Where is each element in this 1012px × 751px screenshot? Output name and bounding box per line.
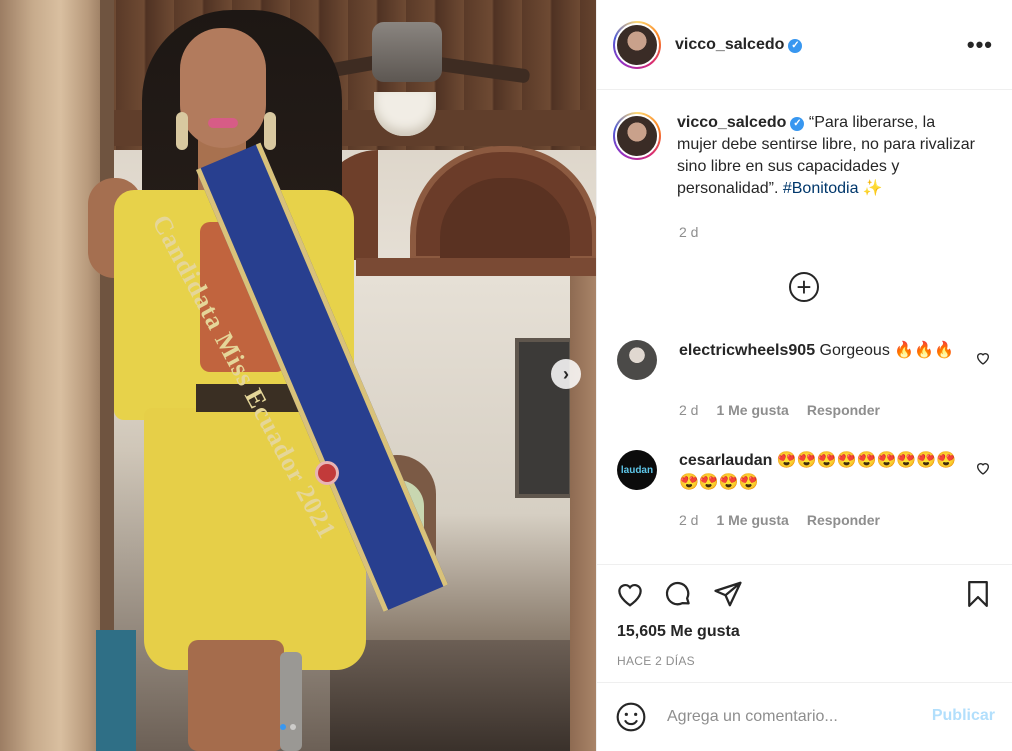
person-face xyxy=(180,28,266,148)
comment-icon[interactable] xyxy=(663,579,693,609)
smiley-icon[interactable] xyxy=(615,701,647,733)
avatar-image xyxy=(615,114,659,158)
more-dots-icon[interactable]: ••• xyxy=(967,32,993,58)
brooch xyxy=(318,464,336,482)
post-actions: 15,605 Me gusta HACE 2 DÍAS xyxy=(597,564,1012,682)
heart-icon[interactable] xyxy=(975,350,991,366)
load-more-comments-button[interactable]: + xyxy=(789,272,819,302)
comment-username[interactable]: cesarlaudan xyxy=(679,452,772,469)
blue-wall xyxy=(96,630,136,751)
reply-button[interactable]: Responder xyxy=(807,512,880,528)
comment-avatar-logo: laudan xyxy=(620,464,654,476)
lintel xyxy=(356,258,596,276)
comment-avatar[interactable]: laudan xyxy=(617,450,657,490)
publish-button[interactable]: Publicar xyxy=(932,707,995,725)
caption-text: vicco_salcedo ✓ “Para liberarse, la mujer… xyxy=(677,112,977,200)
comment-username[interactable]: electricwheels905 xyxy=(679,342,815,359)
paper-plane-icon[interactable] xyxy=(713,579,743,609)
add-comment-bar: Publicar xyxy=(597,682,1012,751)
door-panel xyxy=(570,276,596,751)
comment-text: cesarlaudan 😍😍😍😍😍😍😍😍😍😍😍😍😍 xyxy=(679,450,959,494)
person-leg xyxy=(188,640,284,751)
plus-icon: + xyxy=(796,272,812,302)
header-username-text[interactable]: vicco_salcedo xyxy=(675,36,784,53)
prosthetic-leg xyxy=(280,652,302,751)
carousel-next-button[interactable]: › xyxy=(551,359,581,389)
caption: vicco_salcedo ✓ “Para liberarse, la mujer… xyxy=(613,112,977,200)
comment-meta: 2 d 1 Me gusta Responder xyxy=(679,512,880,528)
person-lips xyxy=(208,118,238,128)
chevron-right-icon: › xyxy=(563,363,569,384)
comments-section[interactable]: vicco_salcedo ✓ “Para liberarse, la mujer… xyxy=(597,90,1012,564)
comment-body: Gorgeous 🔥🔥🔥 xyxy=(819,342,955,359)
caption-timestamp[interactable]: 2 d xyxy=(679,224,698,240)
instagram-post: Candidata Miss Ecuador 2021 › vicco_salc… xyxy=(0,0,1012,751)
comment-input[interactable] xyxy=(667,703,917,731)
floor xyxy=(330,640,596,751)
avatar-image xyxy=(615,22,659,67)
avatar[interactable] xyxy=(613,20,661,69)
caption-avatar[interactable] xyxy=(613,112,661,160)
post-photo[interactable]: Candidata Miss Ecuador 2021 › xyxy=(0,0,596,751)
ceiling-fan xyxy=(372,22,442,82)
likes-count[interactable]: 15,605 Me gusta xyxy=(617,623,740,641)
comment-likes[interactable]: 1 Me gusta xyxy=(716,402,788,418)
comment-text: electricwheels905 Gorgeous 🔥🔥🔥 xyxy=(679,340,959,362)
comment-avatar[interactable] xyxy=(617,340,657,380)
earring xyxy=(264,112,276,150)
comment-likes[interactable]: 1 Me gusta xyxy=(716,512,788,528)
carousel-dot-active xyxy=(280,724,286,730)
bookmark-icon[interactable] xyxy=(963,579,993,609)
comment-time[interactable]: 2 d xyxy=(679,402,698,418)
verified-badge-icon: ✓ xyxy=(790,117,805,131)
door-frame xyxy=(0,0,110,751)
caption-hashtag[interactable]: #Bonitodia xyxy=(783,180,859,197)
posted-time[interactable]: HACE 2 DÍAS xyxy=(617,654,695,668)
header-username[interactable]: vicco_salcedo ✓ xyxy=(675,36,803,54)
comment-time[interactable]: 2 d xyxy=(679,512,698,528)
earring xyxy=(176,112,188,150)
post-header: vicco_salcedo ✓ ••• xyxy=(597,0,1012,90)
carousel-indicator xyxy=(280,724,296,730)
carousel-dot xyxy=(290,724,296,730)
post-sidebar: vicco_salcedo ✓ ••• vicco_salcedo ✓ “Para … xyxy=(596,0,1012,751)
caption-username[interactable]: vicco_salcedo xyxy=(677,114,786,131)
reply-button[interactable]: Responder xyxy=(807,402,880,418)
heart-icon[interactable] xyxy=(975,460,991,476)
sparkles-icon: ✨ xyxy=(862,180,883,197)
comment-meta: 2 d 1 Me gusta Responder xyxy=(679,402,880,418)
heart-icon[interactable] xyxy=(615,579,645,609)
verified-badge-icon: ✓ xyxy=(788,38,803,53)
